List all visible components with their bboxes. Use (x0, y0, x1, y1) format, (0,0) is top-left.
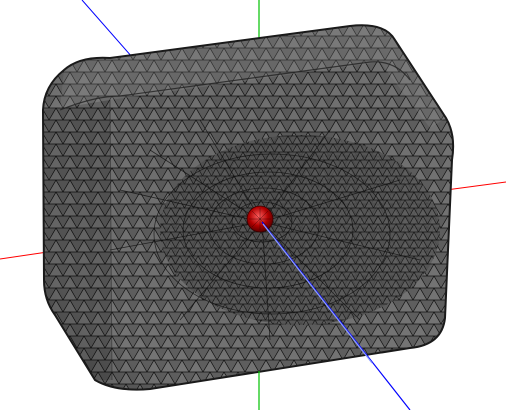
scene-canvas[interactable] (0, 0, 506, 410)
x-axis-right (445, 181, 506, 191)
3d-viewport[interactable] (0, 0, 506, 410)
box-mesh[interactable] (0, 0, 506, 410)
